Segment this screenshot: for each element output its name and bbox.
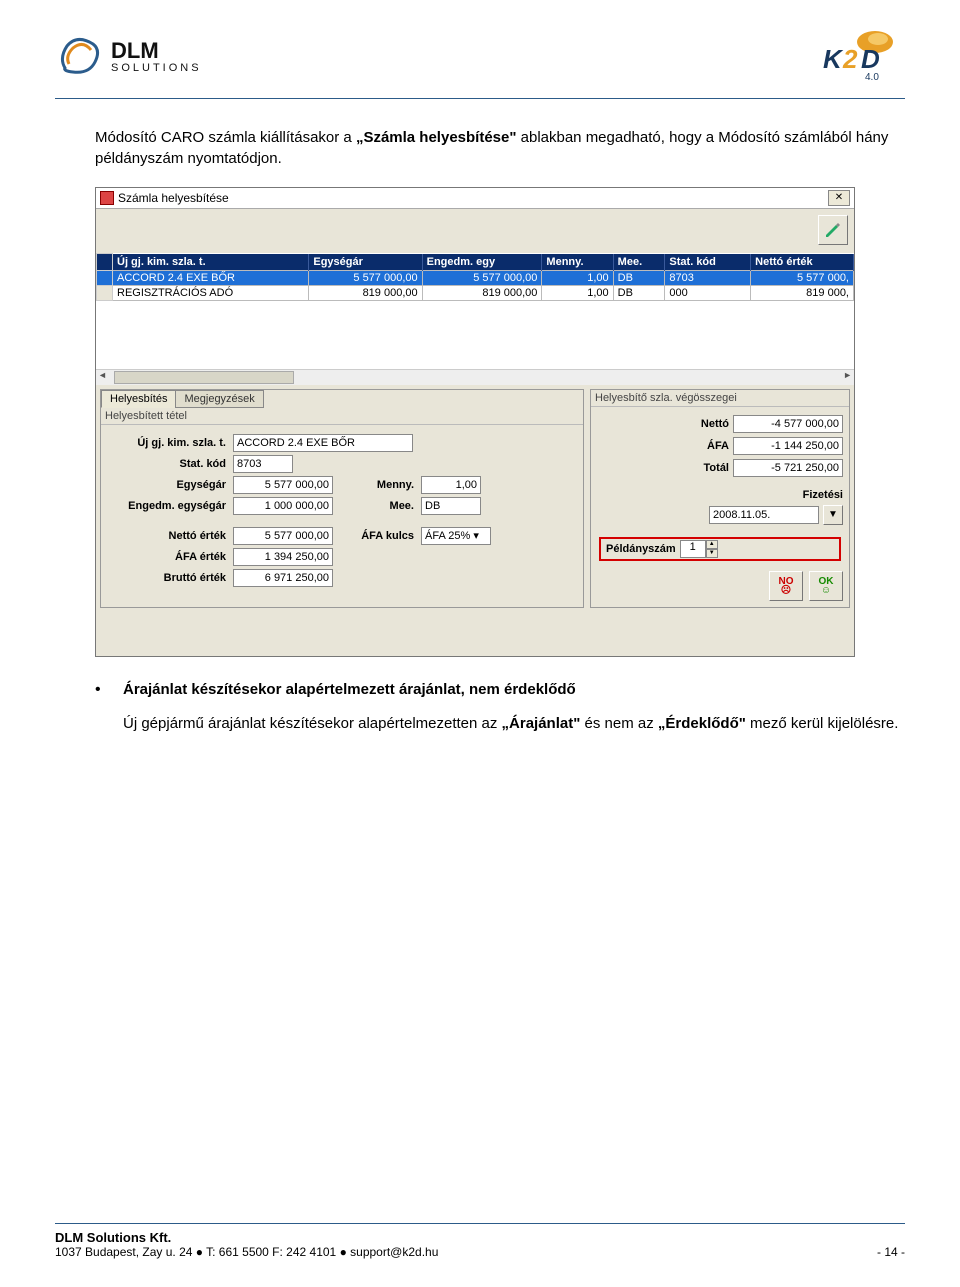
total-netto: -4 577 000,00 [733, 415, 843, 433]
total-sum: -5 721 250,00 [733, 459, 843, 477]
footer-company: DLM Solutions Kft. [55, 1230, 171, 1245]
statusbar-area [96, 612, 854, 656]
pencil-icon [824, 221, 842, 239]
happy-face-icon: ☺ [821, 587, 831, 595]
scroll-thumb[interactable] [114, 371, 294, 384]
app-icon [100, 191, 114, 205]
tab-helyesbites[interactable]: Helyesbítés [101, 390, 176, 408]
col-header[interactable]: Új gj. kim. szla. t. [113, 254, 309, 271]
spin-down[interactable]: ▼ [706, 549, 718, 558]
label: ÁFA érték [109, 551, 229, 563]
spin-up[interactable]: ▲ [706, 540, 718, 549]
grid-empty-area [96, 301, 854, 369]
edit-tool-button[interactable] [818, 215, 848, 245]
logo-left: DLM SOLUTIONS [55, 36, 202, 76]
down-arrow-icon: ▼ [828, 509, 838, 520]
label: ÁFA [707, 440, 729, 452]
peldanyszam-input[interactable]: 1 [680, 540, 706, 558]
label: Engedm. egységár [109, 500, 229, 512]
bullet-icon: • [95, 679, 123, 701]
bullet-title: Árajánlat készítésekor alapértelmezett á… [123, 679, 576, 701]
app-screenshot: Számla helyesbítése ✕ Új gj. kim. szla. … [95, 187, 855, 657]
intro-paragraph: Módosító CARO számla kiállításakor a „Sz… [95, 127, 905, 169]
k2d-logo: K 2 D 4.0 [815, 28, 905, 83]
engedm-input[interactable]: 1 000 000,00 [233, 497, 333, 515]
netto-input[interactable]: 5 577 000,00 [233, 527, 333, 545]
no-button[interactable]: NO ☹ [769, 571, 803, 601]
label: ÁFA kulcs [337, 530, 417, 542]
col-header[interactable]: Menny. [542, 254, 613, 271]
col-header[interactable]: Egységár [309, 254, 422, 271]
egysegar-input[interactable]: 5 577 000,00 [233, 476, 333, 494]
svg-text:K: K [823, 44, 844, 74]
ok-button[interactable]: OK ☺ [809, 571, 843, 601]
table-row[interactable]: ACCORD 2.4 EXE BŐR 5 577 000,00 5 577 00… [97, 270, 854, 285]
peldanyszam-highlight: Példányszám 1 ▲ ▼ [599, 537, 841, 561]
tab-megjegyzesek[interactable]: Megjegyzések [175, 390, 263, 408]
total-afa: -1 144 250,00 [733, 437, 843, 455]
col-header[interactable]: Engedm. egy [422, 254, 542, 271]
svg-text:D: D [861, 44, 880, 74]
label: Totál [704, 462, 729, 474]
label: Új gj. kim. szla. t. [109, 437, 229, 449]
svg-text:4.0: 4.0 [865, 72, 879, 83]
footer-address: 1037 Budapest, Zay u. 24 ● T: 661 5500 F… [55, 1245, 438, 1259]
afakulcs-select[interactable]: ÁFA 25% ▾ [421, 527, 491, 545]
calendar-button[interactable]: ▼ [823, 505, 843, 525]
peldanyszam-label: Példányszám [606, 543, 676, 555]
table-row[interactable]: REGISZTRÁCIÓS ADÓ 819 000,00 819 000,00 … [97, 285, 854, 300]
sad-face-icon: ☹ [781, 587, 791, 595]
fiz-date[interactable]: 2008.11.05. [709, 506, 819, 524]
fieldset-label: Helyesbített tétel [101, 408, 583, 425]
label: Stat. kód [109, 458, 229, 470]
col-header[interactable]: Nettó érték [751, 254, 854, 271]
close-button[interactable]: ✕ [828, 190, 850, 206]
label: Mee. [337, 500, 417, 512]
afa-input[interactable]: 1 394 250,00 [233, 548, 333, 566]
page-header: DLM SOLUTIONS K 2 D 4.0 [55, 20, 905, 99]
col-header[interactable]: Stat. kód [665, 254, 751, 271]
uj-gj-input[interactable]: ACCORD 2.4 EXE BŐR [233, 434, 413, 452]
menny-input[interactable]: 1,00 [421, 476, 481, 494]
window-title: Számla helyesbítése [118, 191, 229, 205]
statkod-input[interactable]: 8703 [233, 455, 293, 473]
label: Nettó [701, 418, 729, 430]
horizontal-scrollbar[interactable] [96, 369, 854, 385]
window-titlebar: Számla helyesbítése ✕ [96, 188, 854, 209]
brand-main: DLM [111, 38, 159, 63]
label: Fizetési [803, 489, 843, 501]
brutto-input[interactable]: 6 971 250,00 [233, 569, 333, 587]
peldanyszam-spinner[interactable]: 1 ▲ ▼ [680, 540, 718, 558]
svg-text:2: 2 [842, 44, 858, 74]
brand-sub: SOLUTIONS [111, 62, 202, 74]
label: Nettó érték [109, 530, 229, 542]
items-grid: Új gj. kim. szla. t. Egységár Engedm. eg… [96, 253, 854, 301]
label: Egységár [109, 479, 229, 491]
fieldset-label: Helyesbítő szla. végösszegei [591, 390, 849, 407]
page-number: - 14 - [877, 1245, 905, 1259]
dlm-swirl-icon [55, 36, 103, 76]
label: Menny. [337, 479, 417, 491]
page-footer: DLM Solutions Kft. 1037 Budapest, Zay u.… [55, 1223, 905, 1259]
mee-input[interactable]: DB [421, 497, 481, 515]
bullet-body: Új gépjármű árajánlat készítésekor alapé… [123, 713, 905, 734]
col-header[interactable]: Mee. [613, 254, 665, 271]
label: Bruttó érték [109, 572, 229, 584]
